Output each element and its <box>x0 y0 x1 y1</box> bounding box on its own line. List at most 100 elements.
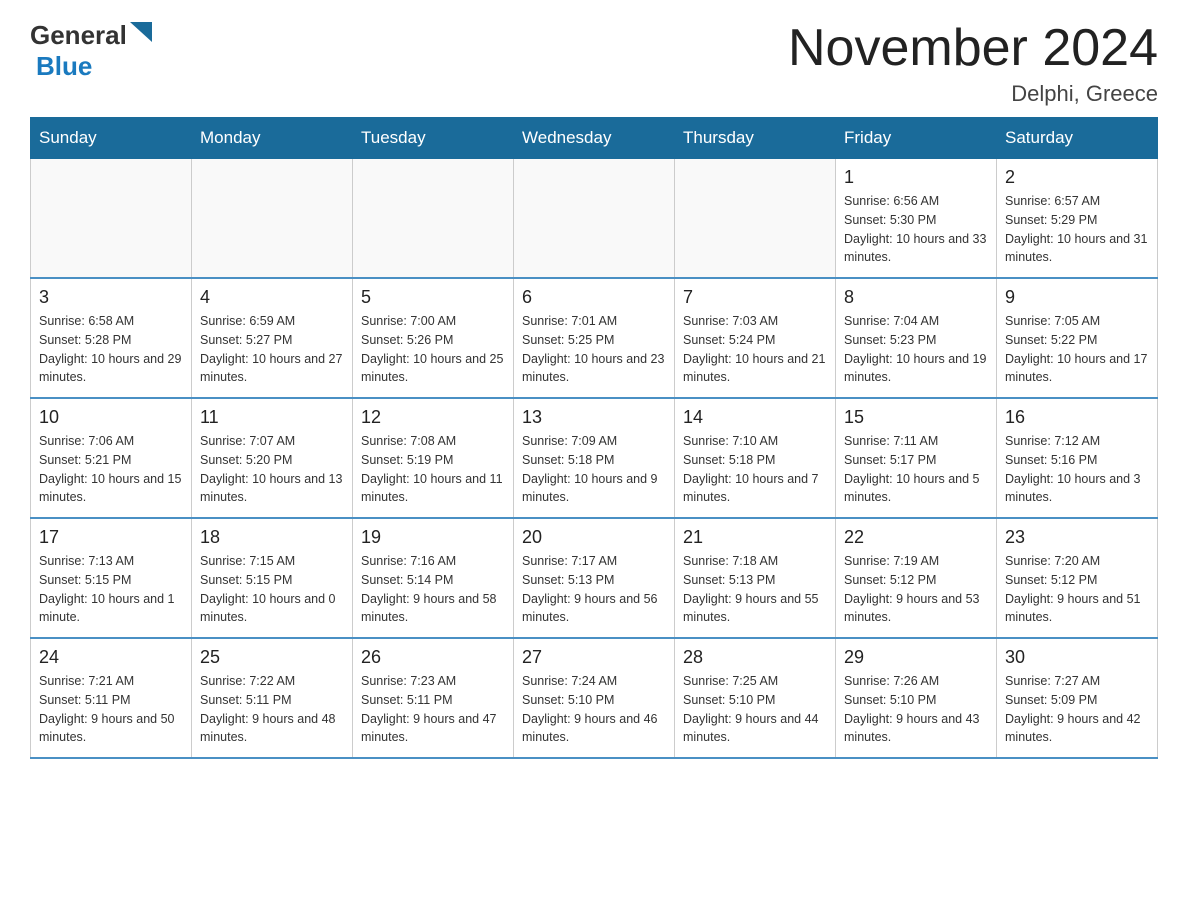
calendar-cell: 25 Sunrise: 7:22 AMSunset: 5:11 PMDayligh… <box>192 638 353 758</box>
calendar-week-row: 3 Sunrise: 6:58 AMSunset: 5:28 PMDaylight… <box>31 278 1158 398</box>
day-number: 10 <box>39 407 183 428</box>
logo: General Blue <box>30 20 152 82</box>
day-info: Sunrise: 7:07 AMSunset: 5:20 PMDaylight:… <box>200 432 344 507</box>
day-number: 13 <box>522 407 666 428</box>
calendar-cell: 18Sunrise: 7:15 AMSunset: 5:15 PMDayligh… <box>192 518 353 638</box>
day-number: 21 <box>683 527 827 548</box>
calendar-week-row: 10 Sunrise: 7:06 AMSunset: 5:21 PMDayligh… <box>31 398 1158 518</box>
calendar-cell: 2Sunrise: 6:57 AMSunset: 5:29 PMDaylight… <box>997 159 1158 279</box>
day-number: 9 <box>1005 287 1149 308</box>
calendar-week-row: 1Sunrise: 6:56 AMSunset: 5:30 PMDaylight… <box>31 159 1158 279</box>
calendar-cell: 8Sunrise: 7:04 AMSunset: 5:23 PMDaylight… <box>836 278 997 398</box>
day-number: 12 <box>361 407 505 428</box>
calendar-cell: 11 Sunrise: 7:07 AMSunset: 5:20 PMDayligh… <box>192 398 353 518</box>
day-info: Sunrise: 7:21 AMSunset: 5:11 PMDaylight:… <box>39 672 183 747</box>
header-tuesday: Tuesday <box>353 118 514 159</box>
logo-arrow-icon <box>130 22 152 42</box>
day-info: Sunrise: 7:03 AMSunset: 5:24 PMDaylight:… <box>683 312 827 387</box>
day-number: 17 <box>39 527 183 548</box>
day-info: Sunrise: 6:58 AMSunset: 5:28 PMDaylight:… <box>39 312 183 387</box>
day-info: Sunrise: 7:27 AMSunset: 5:09 PMDaylight:… <box>1005 672 1149 747</box>
day-info: Sunrise: 7:06 AMSunset: 5:21 PMDaylight:… <box>39 432 183 507</box>
day-info: Sunrise: 7:10 AMSunset: 5:18 PMDaylight:… <box>683 432 827 507</box>
calendar-cell <box>192 159 353 279</box>
day-number: 23 <box>1005 527 1149 548</box>
day-number: 29 <box>844 647 988 668</box>
header-friday: Friday <box>836 118 997 159</box>
title-block: November 2024 Delphi, Greece <box>788 20 1158 107</box>
header-sunday: Sunday <box>31 118 192 159</box>
day-number: 20 <box>522 527 666 548</box>
day-info: Sunrise: 7:09 AMSunset: 5:18 PMDaylight:… <box>522 432 666 507</box>
calendar-cell: 19 Sunrise: 7:16 AMSunset: 5:14 PMDayligh… <box>353 518 514 638</box>
calendar-cell: 14 Sunrise: 7:10 AMSunset: 5:18 PMDayligh… <box>675 398 836 518</box>
day-number: 14 <box>683 407 827 428</box>
calendar-cell: 20 Sunrise: 7:17 AMSunset: 5:13 PMDayligh… <box>514 518 675 638</box>
calendar-cell: 13 Sunrise: 7:09 AMSunset: 5:18 PMDayligh… <box>514 398 675 518</box>
day-info: Sunrise: 7:04 AMSunset: 5:23 PMDaylight:… <box>844 312 988 387</box>
day-info: Sunrise: 7:01 AMSunset: 5:25 PMDaylight:… <box>522 312 666 387</box>
day-number: 28 <box>683 647 827 668</box>
header-monday: Monday <box>192 118 353 159</box>
calendar-cell: 22 Sunrise: 7:19 AMSunset: 5:12 PMDayligh… <box>836 518 997 638</box>
day-info: Sunrise: 6:56 AMSunset: 5:30 PMDaylight:… <box>844 192 988 267</box>
calendar-cell: 12 Sunrise: 7:08 AMSunset: 5:19 PMDayligh… <box>353 398 514 518</box>
day-number: 22 <box>844 527 988 548</box>
calendar-cell: 30 Sunrise: 7:27 AMSunset: 5:09 PMDayligh… <box>997 638 1158 758</box>
day-number: 30 <box>1005 647 1149 668</box>
page-header: General Blue November 2024 Delphi, Greec… <box>30 20 1158 107</box>
location-subtitle: Delphi, Greece <box>788 81 1158 107</box>
day-info: Sunrise: 7:23 AMSunset: 5:11 PMDaylight:… <box>361 672 505 747</box>
calendar-cell <box>675 159 836 279</box>
day-number: 24 <box>39 647 183 668</box>
day-info: Sunrise: 7:25 AMSunset: 5:10 PMDaylight:… <box>683 672 827 747</box>
day-info: Sunrise: 7:17 AMSunset: 5:13 PMDaylight:… <box>522 552 666 627</box>
calendar-cell <box>353 159 514 279</box>
header-wednesday: Wednesday <box>514 118 675 159</box>
calendar-cell <box>31 159 192 279</box>
calendar-cell: 23 Sunrise: 7:20 AMSunset: 5:12 PMDayligh… <box>997 518 1158 638</box>
calendar-cell: 1Sunrise: 6:56 AMSunset: 5:30 PMDaylight… <box>836 159 997 279</box>
day-number: 15 <box>844 407 988 428</box>
day-number: 19 <box>361 527 505 548</box>
header-thursday: Thursday <box>675 118 836 159</box>
calendar-cell <box>514 159 675 279</box>
day-info: Sunrise: 7:26 AMSunset: 5:10 PMDaylight:… <box>844 672 988 747</box>
day-info: Sunrise: 6:57 AMSunset: 5:29 PMDaylight:… <box>1005 192 1149 267</box>
day-number: 25 <box>200 647 344 668</box>
day-info: Sunrise: 7:19 AMSunset: 5:12 PMDaylight:… <box>844 552 988 627</box>
day-number: 4 <box>200 287 344 308</box>
calendar-cell: 9Sunrise: 7:05 AMSunset: 5:22 PMDaylight… <box>997 278 1158 398</box>
day-info: Sunrise: 7:24 AMSunset: 5:10 PMDaylight:… <box>522 672 666 747</box>
calendar-week-row: 24 Sunrise: 7:21 AMSunset: 5:11 PMDayligh… <box>31 638 1158 758</box>
day-info: Sunrise: 7:11 AMSunset: 5:17 PMDaylight:… <box>844 432 988 507</box>
calendar-cell: 5Sunrise: 7:00 AMSunset: 5:26 PMDaylight… <box>353 278 514 398</box>
day-number: 7 <box>683 287 827 308</box>
header-saturday: Saturday <box>997 118 1158 159</box>
calendar-table: SundayMondayTuesdayWednesdayThursdayFrid… <box>30 117 1158 759</box>
logo-blue-text: Blue <box>36 51 92 82</box>
day-info: Sunrise: 7:20 AMSunset: 5:12 PMDaylight:… <box>1005 552 1149 627</box>
calendar-cell: 17Sunrise: 7:13 AMSunset: 5:15 PMDayligh… <box>31 518 192 638</box>
day-number: 3 <box>39 287 183 308</box>
day-info: Sunrise: 7:22 AMSunset: 5:11 PMDaylight:… <box>200 672 344 747</box>
calendar-cell: 21 Sunrise: 7:18 AMSunset: 5:13 PMDayligh… <box>675 518 836 638</box>
calendar-cell: 27Sunrise: 7:24 AMSunset: 5:10 PMDayligh… <box>514 638 675 758</box>
day-info: Sunrise: 7:18 AMSunset: 5:13 PMDaylight:… <box>683 552 827 627</box>
day-number: 11 <box>200 407 344 428</box>
calendar-week-row: 17Sunrise: 7:13 AMSunset: 5:15 PMDayligh… <box>31 518 1158 638</box>
day-number: 16 <box>1005 407 1149 428</box>
calendar-cell: 4 Sunrise: 6:59 AMSunset: 5:27 PMDaylight… <box>192 278 353 398</box>
calendar-header-row: SundayMondayTuesdayWednesdayThursdayFrid… <box>31 118 1158 159</box>
calendar-cell: 3 Sunrise: 6:58 AMSunset: 5:28 PMDaylight… <box>31 278 192 398</box>
calendar-cell: 16Sunrise: 7:12 AMSunset: 5:16 PMDayligh… <box>997 398 1158 518</box>
month-title: November 2024 <box>788 20 1158 77</box>
day-info: Sunrise: 6:59 AMSunset: 5:27 PMDaylight:… <box>200 312 344 387</box>
day-number: 6 <box>522 287 666 308</box>
calendar-cell: 10 Sunrise: 7:06 AMSunset: 5:21 PMDayligh… <box>31 398 192 518</box>
calendar-cell: 28 Sunrise: 7:25 AMSunset: 5:10 PMDayligh… <box>675 638 836 758</box>
day-info: Sunrise: 7:08 AMSunset: 5:19 PMDaylight:… <box>361 432 505 507</box>
day-info: Sunrise: 7:16 AMSunset: 5:14 PMDaylight:… <box>361 552 505 627</box>
calendar-cell: 6 Sunrise: 7:01 AMSunset: 5:25 PMDaylight… <box>514 278 675 398</box>
calendar-cell: 7 Sunrise: 7:03 AMSunset: 5:24 PMDaylight… <box>675 278 836 398</box>
